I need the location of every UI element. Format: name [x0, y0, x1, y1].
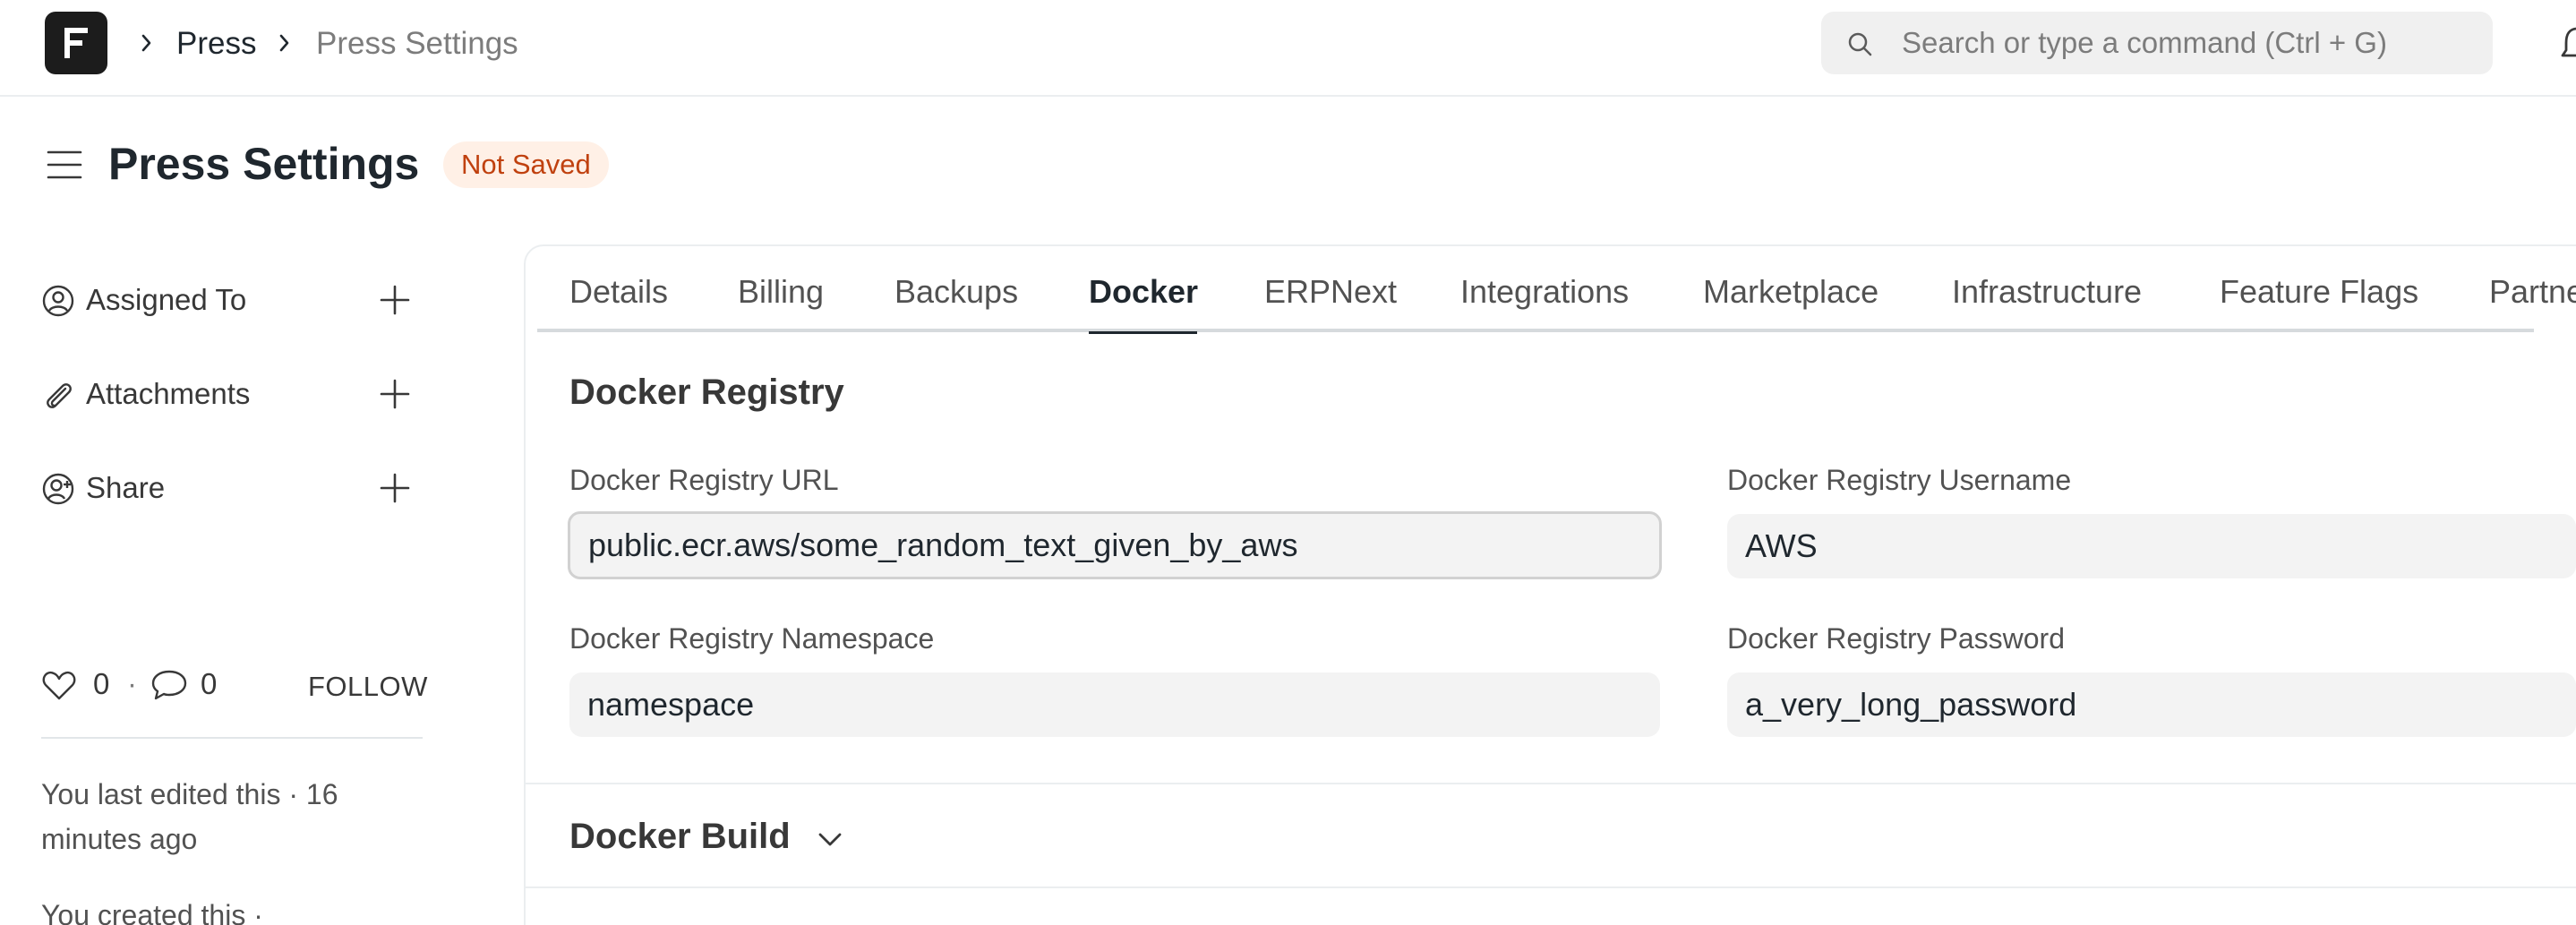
sidebar-item-label: Share: [86, 471, 166, 504]
sidebar-item-label: Attachments: [86, 377, 251, 410]
frappe-logo-icon: [64, 28, 88, 58]
comment-icon[interactable]: [150, 669, 188, 701]
tab-billing[interactable]: Billing: [738, 271, 824, 313]
separator-dot: ·: [127, 667, 137, 700]
registry-url-label: Docker Registry URL: [569, 464, 839, 496]
add-icon[interactable]: [378, 471, 412, 505]
section-title-docker-build[interactable]: Docker Build: [569, 813, 791, 860]
registry-password-label: Docker Registry Password: [1727, 622, 2065, 655]
tab-backups[interactable]: Backups: [894, 271, 1018, 313]
sidebar-item-attachments[interactable]: Attachments: [41, 372, 426, 416]
search-icon: [1848, 32, 1872, 56]
app-logo[interactable]: [45, 12, 107, 74]
tab-integrations[interactable]: Integrations: [1460, 271, 1629, 313]
heart-icon[interactable]: [41, 669, 77, 701]
chevron-right-icon: [141, 34, 151, 52]
chevron-right-icon: [279, 34, 289, 52]
bell-icon[interactable]: [2559, 23, 2576, 63]
registry-username-label: Docker Registry Username: [1727, 464, 2072, 496]
share-user-icon: [42, 473, 74, 505]
sidebar-item-share[interactable]: Share: [41, 466, 426, 510]
follow-button[interactable]: FOLLOW: [308, 669, 428, 705]
sidebar-divider: [41, 737, 423, 739]
top-navbar: Press Press Settings Search or type a co…: [0, 0, 2576, 97]
activity-created: You created this ·: [41, 899, 263, 925]
paperclip-icon: [47, 383, 72, 408]
comments-count: 0: [201, 667, 218, 700]
tab-partner[interactable]: Partne: [2489, 271, 2576, 313]
chevron-down-icon[interactable]: [815, 824, 845, 854]
hamburger-menu-icon[interactable]: [47, 147, 82, 183]
section-divider: [526, 886, 2576, 888]
tab-details[interactable]: Details: [569, 271, 668, 313]
tab-infrastructure[interactable]: Infrastructure: [1952, 271, 2142, 313]
registry-namespace-input[interactable]: [569, 672, 1660, 737]
breadcrumb-press-settings[interactable]: Press Settings: [316, 24, 518, 64]
form-card: [524, 244, 2576, 925]
tab-marketplace[interactable]: Marketplace: [1703, 271, 1879, 313]
registry-username-input[interactable]: [1727, 514, 2576, 578]
tab-docker[interactable]: Docker: [1089, 271, 1198, 313]
sidebar-item-assigned-to[interactable]: Assigned To: [41, 278, 426, 322]
tab-feature-flags[interactable]: Feature Flags: [2220, 271, 2418, 313]
page-root: Press Press Settings Search or type a co…: [0, 0, 2576, 925]
registry-url-input[interactable]: [568, 511, 1662, 579]
status-badge: Not Saved: [443, 141, 609, 188]
likes-count: 0: [93, 667, 110, 700]
section-title-docker-registry: Docker Registry: [569, 373, 844, 412]
search-bar[interactable]: Search or type a command (Ctrl + G): [1821, 12, 2493, 74]
add-icon[interactable]: [378, 377, 412, 411]
user-circle-icon: [42, 285, 74, 317]
add-icon[interactable]: [378, 283, 412, 317]
page-title: Press Settings: [108, 139, 420, 189]
tabs-underline: [537, 329, 2534, 332]
active-tab-indicator: [1089, 331, 1197, 334]
sidebar-item-label: Assigned To: [86, 283, 247, 316]
search-placeholder: Search or type a command (Ctrl + G): [1902, 26, 2387, 59]
activity-last-edited: You last edited this · 16 minutes ago: [41, 778, 338, 855]
section-divider: [526, 783, 2576, 784]
registry-namespace-label: Docker Registry Namespace: [569, 622, 935, 655]
breadcrumb-press[interactable]: Press: [176, 24, 256, 64]
registry-password-input[interactable]: [1727, 672, 2576, 737]
tab-erpnext[interactable]: ERPNext: [1264, 271, 1397, 313]
